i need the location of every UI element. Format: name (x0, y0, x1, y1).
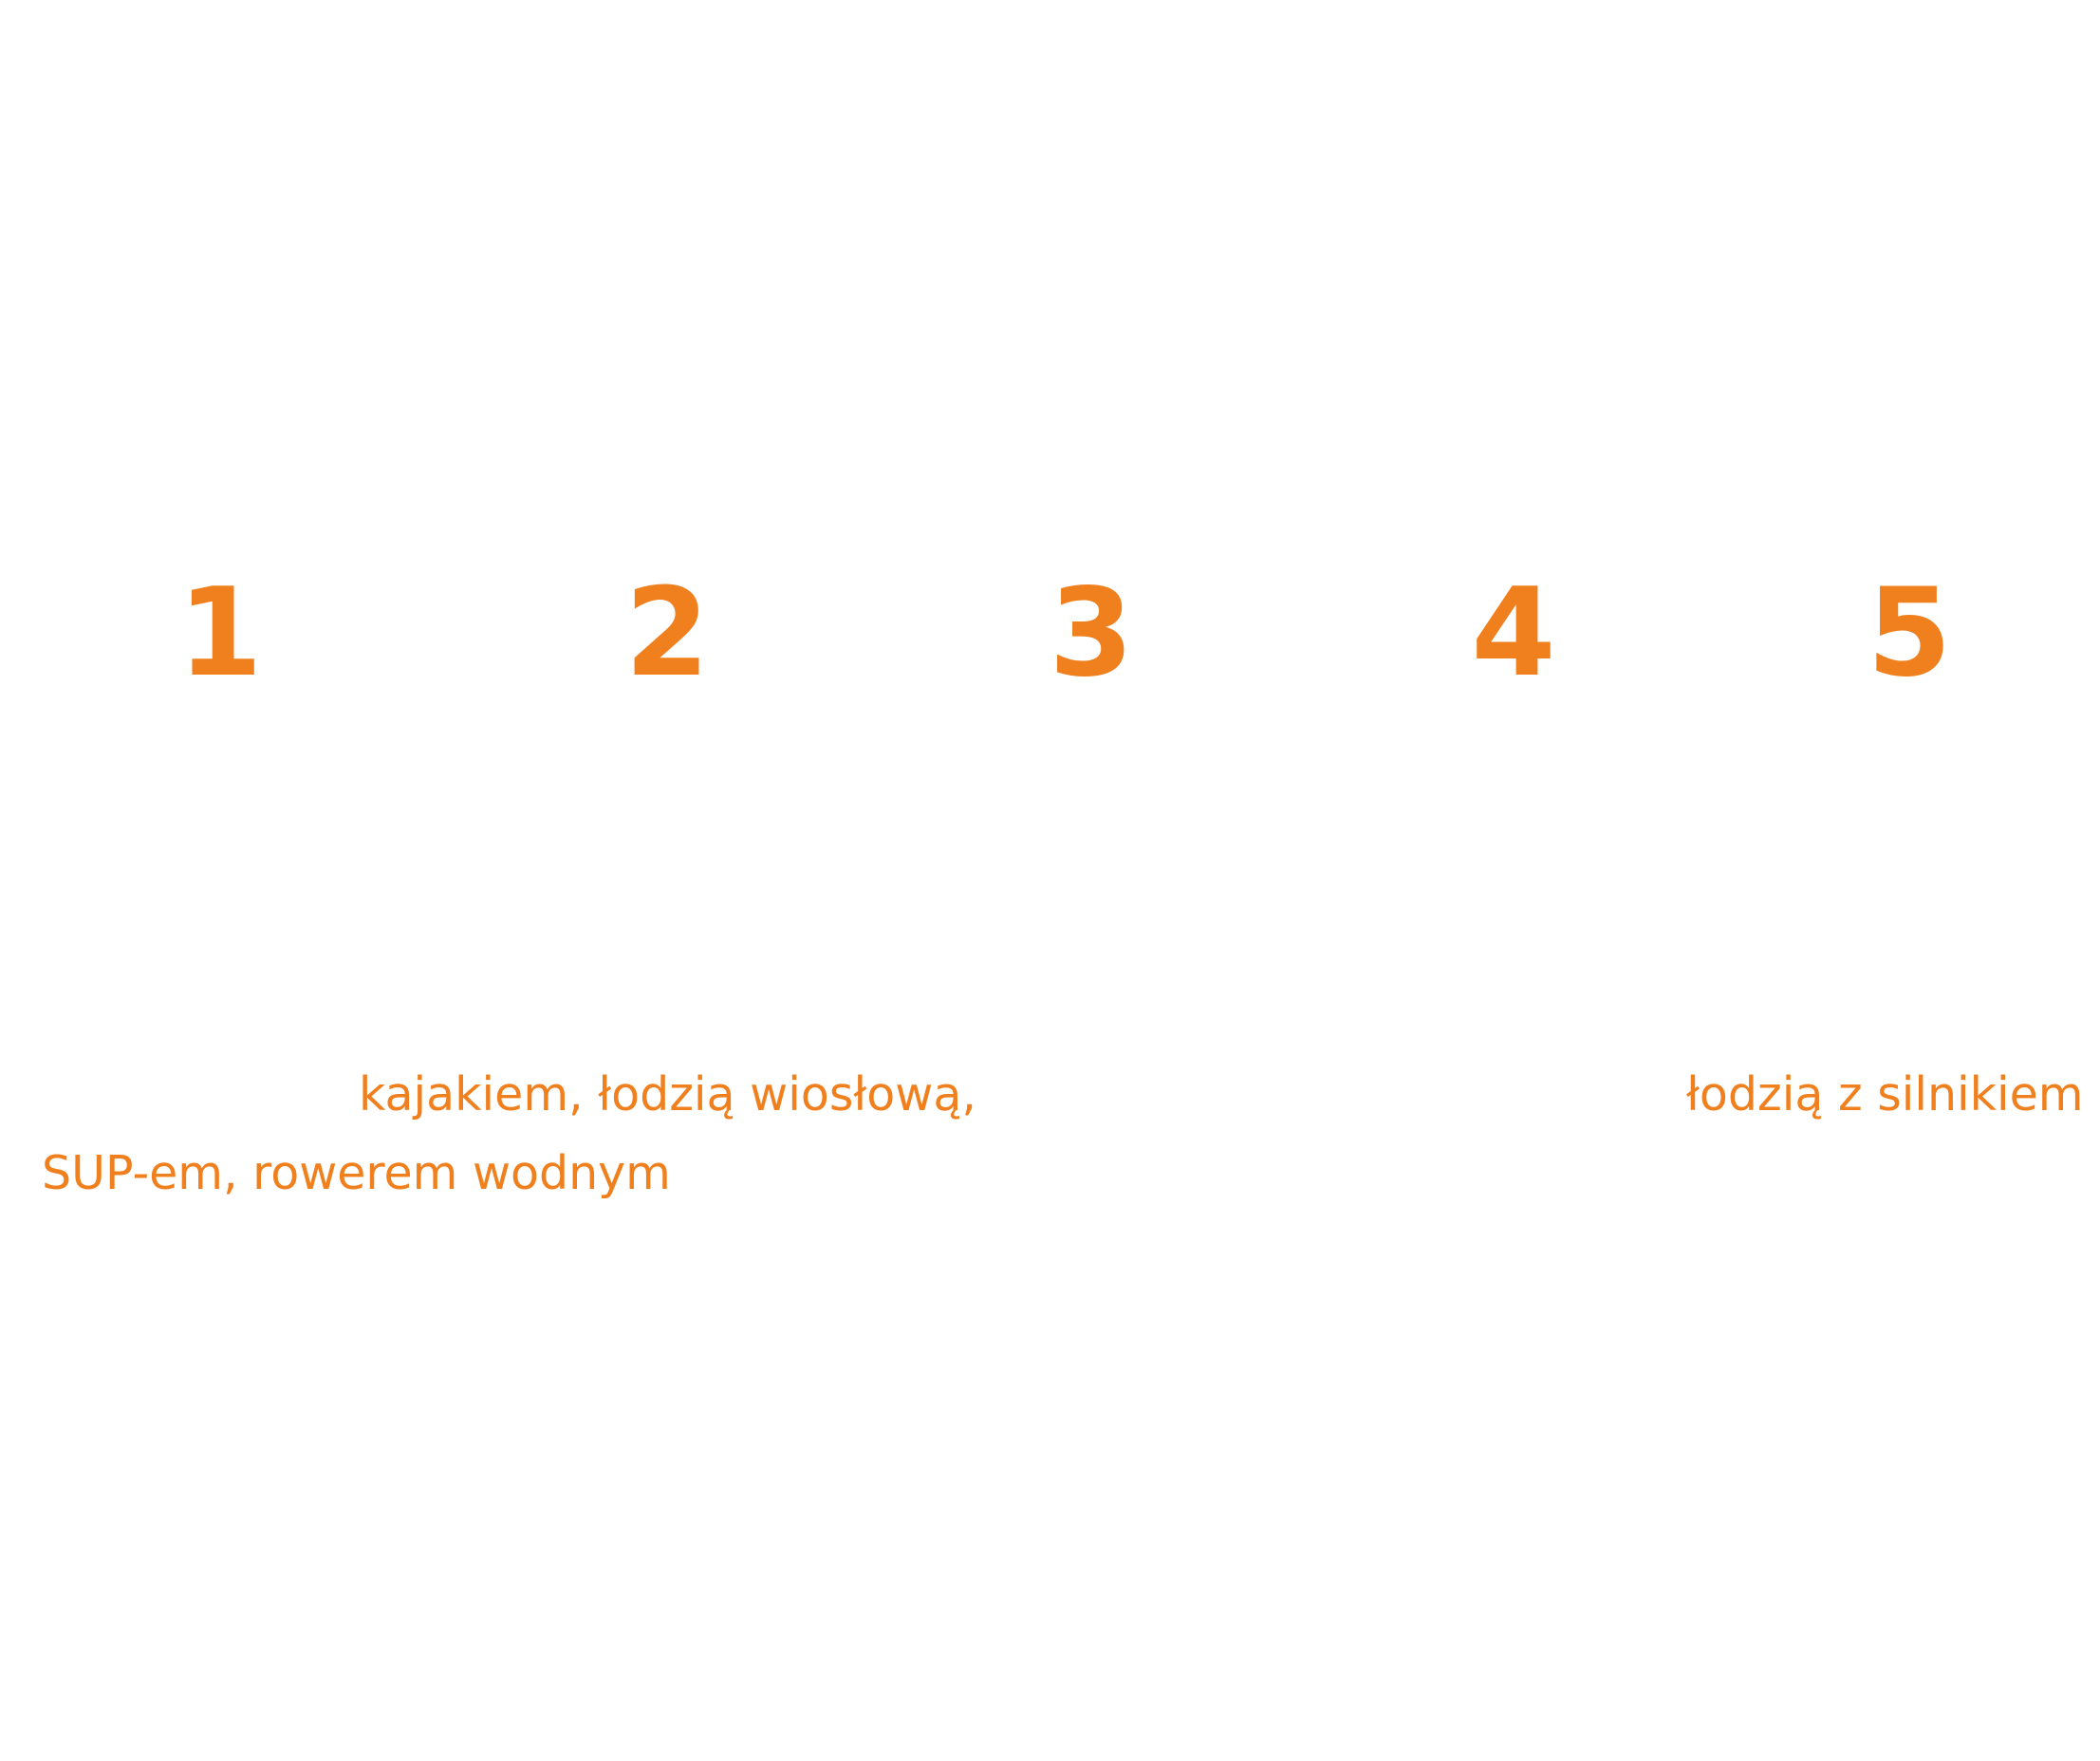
step-number-2: 2 (624, 563, 710, 704)
step-number-1: 1 (177, 563, 263, 704)
infographic-canvas: { "colors": { "accent": "#f07f1e", "back… (0, 0, 2100, 1761)
step-number-3: 3 (1049, 563, 1134, 704)
step-number-4: 4 (1471, 563, 1556, 704)
step-number-5: 5 (1867, 563, 1952, 704)
highlight-left-line-2: SUP-em, rowerem wodnym (42, 1146, 671, 1200)
highlight-right-line-1: łodzią z silnikiem (1686, 1067, 2084, 1121)
highlight-left-line-1: kajakiem, łodzią wiosłową, (359, 1067, 976, 1121)
